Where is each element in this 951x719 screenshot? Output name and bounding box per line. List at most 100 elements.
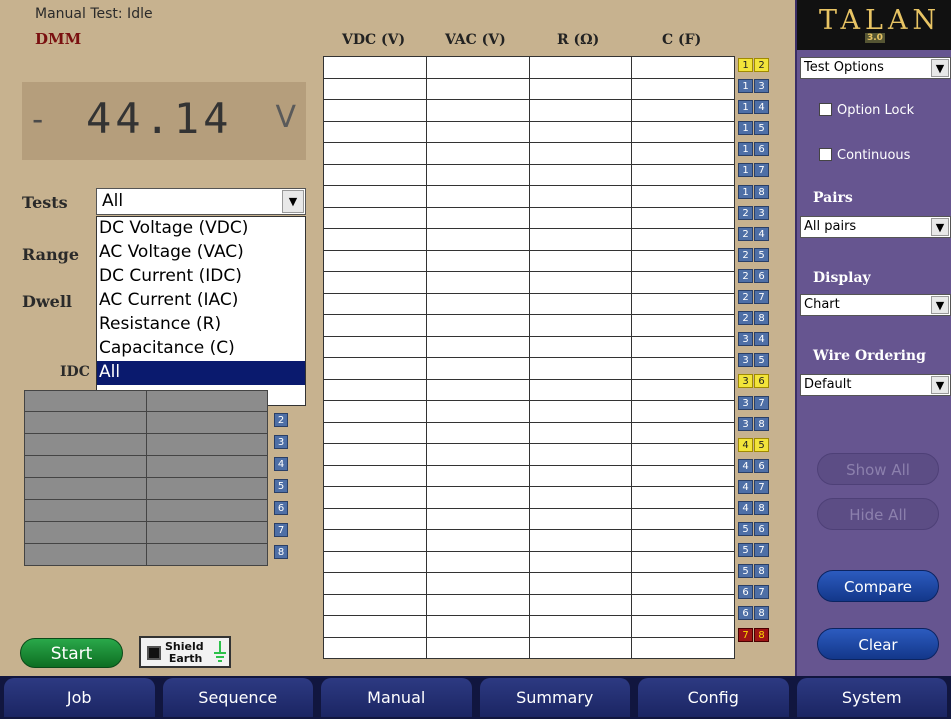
table-row bbox=[323, 185, 735, 208]
table-cell bbox=[528, 249, 633, 272]
pair-label[interactable]: 56 bbox=[738, 522, 770, 537]
nav-config[interactable]: Config bbox=[638, 678, 789, 717]
pair-label[interactable]: 24 bbox=[738, 226, 770, 241]
compare-button[interactable]: Compare bbox=[817, 570, 939, 602]
wire-number[interactable]: 5 bbox=[274, 479, 288, 493]
table-cell bbox=[323, 249, 427, 272]
dmm-panel: Manual Test: Idle DMM - 44.14 V Tests Ra… bbox=[0, 0, 322, 676]
table-cell bbox=[323, 464, 427, 487]
nav-job[interactable]: Job bbox=[4, 678, 155, 717]
option-lock-checkbox[interactable]: Option Lock bbox=[819, 103, 914, 118]
pair-wire-a: 1 bbox=[738, 121, 753, 136]
wire-number[interactable]: 8 bbox=[274, 545, 288, 559]
pair-wire-b: 8 bbox=[754, 627, 769, 642]
nav-system[interactable]: System bbox=[796, 678, 947, 717]
nav-manual[interactable]: Manual bbox=[321, 678, 472, 717]
dwell-label: Dwell bbox=[22, 292, 72, 311]
pair-wire-b: 8 bbox=[754, 606, 769, 621]
pairs-select[interactable]: All pairs ▼ bbox=[800, 216, 951, 238]
pair-wire-b: 6 bbox=[754, 268, 769, 283]
table-row bbox=[323, 550, 735, 573]
table-cell bbox=[631, 443, 735, 466]
pair-label[interactable]: 13 bbox=[738, 79, 770, 94]
table-cell bbox=[323, 271, 427, 294]
pair-label[interactable]: 34 bbox=[738, 332, 770, 347]
pair-label[interactable]: 67 bbox=[738, 585, 770, 600]
table-cell bbox=[631, 271, 735, 294]
pair-label[interactable]: 35 bbox=[738, 353, 770, 368]
pair-label[interactable]: 17 bbox=[738, 163, 770, 178]
table-cell bbox=[631, 99, 735, 122]
pair-wire-b: 8 bbox=[754, 184, 769, 199]
pair-wire-a: 3 bbox=[738, 395, 753, 410]
table-cell bbox=[323, 120, 427, 143]
pair-label[interactable]: 57 bbox=[738, 543, 770, 558]
pair-label[interactable]: 14 bbox=[738, 100, 770, 115]
dropdown-option-selected[interactable]: All bbox=[97, 361, 305, 385]
pair-label[interactable]: 15 bbox=[738, 121, 770, 136]
pair-label[interactable]: 12 bbox=[738, 58, 770, 72]
pair-label[interactable]: 26 bbox=[738, 268, 770, 283]
pair-label[interactable]: 27 bbox=[738, 290, 770, 305]
table-cell bbox=[631, 314, 735, 337]
wire-number[interactable]: 3 bbox=[274, 435, 288, 449]
pair-label[interactable]: 37 bbox=[738, 395, 770, 410]
wire-number[interactable]: 7 bbox=[274, 523, 288, 537]
pair-label[interactable]: 47 bbox=[738, 479, 770, 494]
pair-label[interactable]: 78 bbox=[738, 627, 770, 642]
table-row bbox=[323, 56, 735, 79]
dropdown-option[interactable]: DC Voltage (VDC) bbox=[97, 217, 305, 241]
chevron-down-icon[interactable]: ▼ bbox=[931, 59, 949, 77]
pair-label[interactable]: 36 bbox=[738, 374, 770, 389]
table-cell bbox=[631, 615, 735, 638]
pair-label[interactable]: 68 bbox=[738, 606, 770, 621]
table-cell bbox=[631, 400, 735, 423]
pair-wire-a: 4 bbox=[738, 458, 753, 473]
pair-label[interactable]: 25 bbox=[738, 247, 770, 262]
wire-ordering-select[interactable]: Default ▼ bbox=[800, 374, 951, 396]
display-select[interactable]: Chart ▼ bbox=[800, 294, 951, 316]
clear-button[interactable]: Clear bbox=[817, 628, 939, 660]
dropdown-option[interactable]: AC Voltage (VAC) bbox=[97, 241, 305, 265]
pair-label[interactable]: 23 bbox=[738, 205, 770, 220]
chevron-down-icon[interactable]: ▼ bbox=[282, 190, 304, 213]
dropdown-option[interactable]: Resistance (R) bbox=[97, 313, 305, 337]
pair-wire-a: 4 bbox=[738, 437, 753, 452]
wire-number[interactable]: 2 bbox=[274, 413, 288, 427]
test-options-select[interactable]: Test Options ▼ bbox=[800, 57, 951, 79]
pair-label[interactable]: 46 bbox=[738, 458, 770, 473]
table-cell bbox=[425, 400, 530, 423]
pair-label[interactable]: 48 bbox=[738, 500, 770, 515]
continuous-checkbox[interactable]: Continuous bbox=[819, 148, 910, 163]
pair-label[interactable]: 28 bbox=[738, 311, 770, 326]
dropdown-option[interactable]: DC Current (IDC) bbox=[97, 265, 305, 289]
chevron-down-icon[interactable]: ▼ bbox=[931, 376, 949, 394]
pair-wire-a: 3 bbox=[738, 416, 753, 431]
table-cell bbox=[323, 378, 427, 401]
hide-all-button[interactable]: Hide All bbox=[817, 498, 939, 530]
table-row bbox=[323, 464, 735, 487]
pair-wire-b: 5 bbox=[754, 353, 769, 368]
pair-label[interactable]: 45 bbox=[738, 437, 770, 452]
start-button[interactable]: Start bbox=[20, 638, 123, 668]
pair-label[interactable]: 18 bbox=[738, 184, 770, 199]
pair-label[interactable]: 16 bbox=[738, 142, 770, 157]
nav-summary[interactable]: Summary bbox=[479, 678, 630, 717]
shield-earth-toggle[interactable]: Shield Earth bbox=[139, 636, 231, 668]
wire-number[interactable]: 6 bbox=[274, 501, 288, 515]
pair-wire-b: 7 bbox=[754, 395, 769, 410]
table-cell bbox=[425, 636, 530, 659]
dropdown-option[interactable]: Capacitance (C) bbox=[97, 337, 305, 361]
show-all-button[interactable]: Show All bbox=[817, 453, 939, 485]
pair-label[interactable]: 58 bbox=[738, 564, 770, 579]
pair-label[interactable]: 38 bbox=[738, 416, 770, 431]
dropdown-option[interactable]: AC Current (IAC) bbox=[97, 289, 305, 313]
chevron-down-icon[interactable]: ▼ bbox=[931, 218, 949, 236]
chevron-down-icon[interactable]: ▼ bbox=[931, 296, 949, 314]
checkbox-icon bbox=[819, 103, 832, 116]
tests-select[interactable]: All ▼ bbox=[96, 188, 306, 215]
pair-wire-a: 3 bbox=[738, 353, 753, 368]
nav-sequence[interactable]: Sequence bbox=[162, 678, 313, 717]
wire-number[interactable]: 4 bbox=[274, 457, 288, 471]
table-cell bbox=[528, 357, 633, 380]
